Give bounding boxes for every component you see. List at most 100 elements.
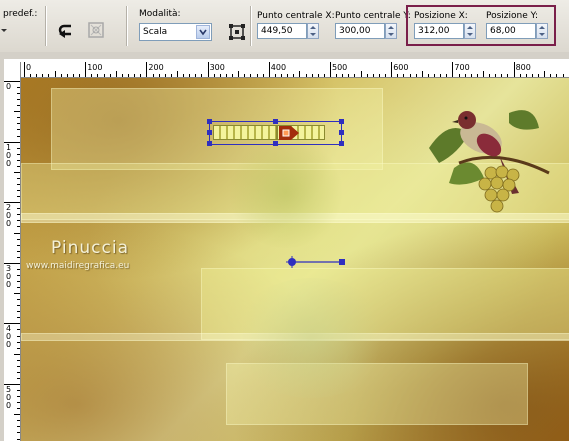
ruler-top-label: 300: [209, 63, 225, 72]
handle-bottom-right[interactable]: [339, 141, 344, 146]
deform-icon[interactable]: [227, 22, 247, 42]
ruler-tick: [366, 74, 368, 77]
ruler-tick: [17, 426, 20, 428]
ruler-tick: [409, 74, 411, 77]
ruler-tick: [14, 353, 20, 355]
ruler-tick: [54, 71, 56, 77]
ruler-tick: [513, 62, 515, 77]
ruler-tick: [24, 62, 25, 77]
preset-dropdown-icon[interactable]: [0, 26, 8, 34]
ruler-tick: [452, 62, 454, 77]
handle-bottom-left[interactable]: [207, 141, 212, 146]
handle-top-middle[interactable]: [273, 119, 278, 124]
ruler-tick: [507, 74, 509, 77]
ruler-tick: [30, 74, 32, 77]
ruler-tick: [17, 99, 20, 101]
toolbar-separator: [126, 6, 128, 46]
ruler-tick: [17, 329, 20, 331]
ruler-tick: [128, 74, 130, 77]
spinner-down-icon[interactable]: [310, 33, 316, 36]
grapes-icon: [471, 163, 531, 218]
ruler-tick: [42, 74, 44, 77]
ruler-tick: [501, 74, 503, 77]
spinner-up-icon[interactable]: [539, 26, 545, 29]
ruler-tick: [476, 74, 478, 77]
ruler-tick: [60, 74, 62, 77]
mode-select-value: Scala: [143, 27, 168, 37]
ruler-tick: [293, 74, 295, 77]
ruler-tick: [207, 62, 209, 77]
ruler-tick: [109, 74, 111, 77]
center-y-field[interactable]: 300,00: [335, 23, 385, 39]
handle-top-left[interactable]: [207, 119, 212, 124]
toolbar-separator: [250, 6, 252, 46]
handle-left-middle[interactable]: [207, 130, 212, 135]
ruler-tick: [17, 214, 20, 216]
center-x-spinner[interactable]: [307, 23, 319, 39]
ruler-tick: [213, 74, 215, 77]
ruler-tick: [17, 396, 20, 398]
ruler-left[interactable]: 0 100 200 300 400 500: [4, 62, 21, 441]
ruler-tick: [17, 117, 20, 119]
handle-bottom-middle[interactable]: [273, 141, 278, 146]
ruler-tick: [17, 220, 20, 222]
spinner-down-icon[interactable]: [539, 33, 545, 36]
position-y-field[interactable]: 68,00: [486, 23, 536, 39]
spinner-up-icon[interactable]: [388, 26, 394, 29]
ruler-left-label: 100: [6, 142, 12, 168]
spinner-down-icon[interactable]: [388, 33, 394, 36]
ruler-left-label: 500: [6, 385, 12, 410]
ruler-tick: [17, 135, 20, 137]
ruler-tick: [48, 74, 50, 77]
spinner-down-icon[interactable]: [467, 33, 473, 36]
ruler-tick: [17, 347, 20, 349]
ruler-tick: [458, 74, 460, 77]
center-x-field[interactable]: 449,50: [257, 23, 307, 39]
ruler-tick: [17, 184, 20, 186]
ruler-tick: [415, 74, 417, 77]
ruler-tick: [85, 62, 87, 77]
ruler-tick: [434, 74, 436, 77]
image-canvas[interactable]: Pinuccia www.maidiregrafica.eu: [21, 78, 569, 441]
reset-icon[interactable]: [86, 20, 106, 40]
ruler-tick: [17, 274, 20, 276]
ruler-top-label: 600: [393, 63, 409, 72]
ruler-tick: [17, 177, 20, 179]
ruler-tick: [17, 377, 20, 379]
grapes-background: [231, 278, 391, 398]
ruler-tick: [354, 74, 356, 77]
position-x-spinner[interactable]: [464, 23, 476, 39]
ruler-tick: [342, 74, 344, 77]
ruler-tick: [17, 238, 20, 240]
ruler-tick: [17, 256, 20, 258]
rotation-handle[interactable]: [286, 256, 348, 268]
spinner-up-icon[interactable]: [310, 26, 316, 29]
center-y-spinner[interactable]: [385, 23, 397, 39]
ruler-tick: [336, 74, 338, 77]
ruler-tick: [17, 190, 20, 192]
ruler-tick: [538, 74, 540, 77]
handle-right-middle[interactable]: [339, 130, 344, 135]
ruler-tick: [219, 74, 221, 77]
ruler-tick: [14, 293, 20, 295]
ruler-tick: [531, 74, 533, 77]
dropdown-arrow-icon[interactable]: [196, 25, 210, 39]
spinner-up-icon[interactable]: [467, 26, 473, 29]
ruler-top-label: 100: [87, 63, 103, 72]
grapes-background: [226, 138, 346, 248]
position-y-spinner[interactable]: [536, 23, 548, 39]
position-x-field[interactable]: 312,00: [414, 23, 464, 39]
ruler-tick: [189, 74, 191, 77]
ruler-tick: [17, 93, 20, 95]
mode-select[interactable]: Scala: [139, 23, 212, 41]
position-y-value: 68,00: [490, 26, 516, 36]
ruler-tick: [470, 74, 472, 77]
ruler-top[interactable]: 0 100 200 300 400 500 600 700 800: [20, 62, 569, 78]
ruler-tick: [17, 359, 20, 361]
ruler-tick: [391, 62, 393, 77]
undo-icon[interactable]: [56, 20, 78, 42]
handle-top-right[interactable]: [339, 119, 344, 124]
ruler-tick: [17, 280, 20, 282]
ruler-tick: [17, 159, 20, 161]
toolbar-gap: [0, 52, 569, 59]
